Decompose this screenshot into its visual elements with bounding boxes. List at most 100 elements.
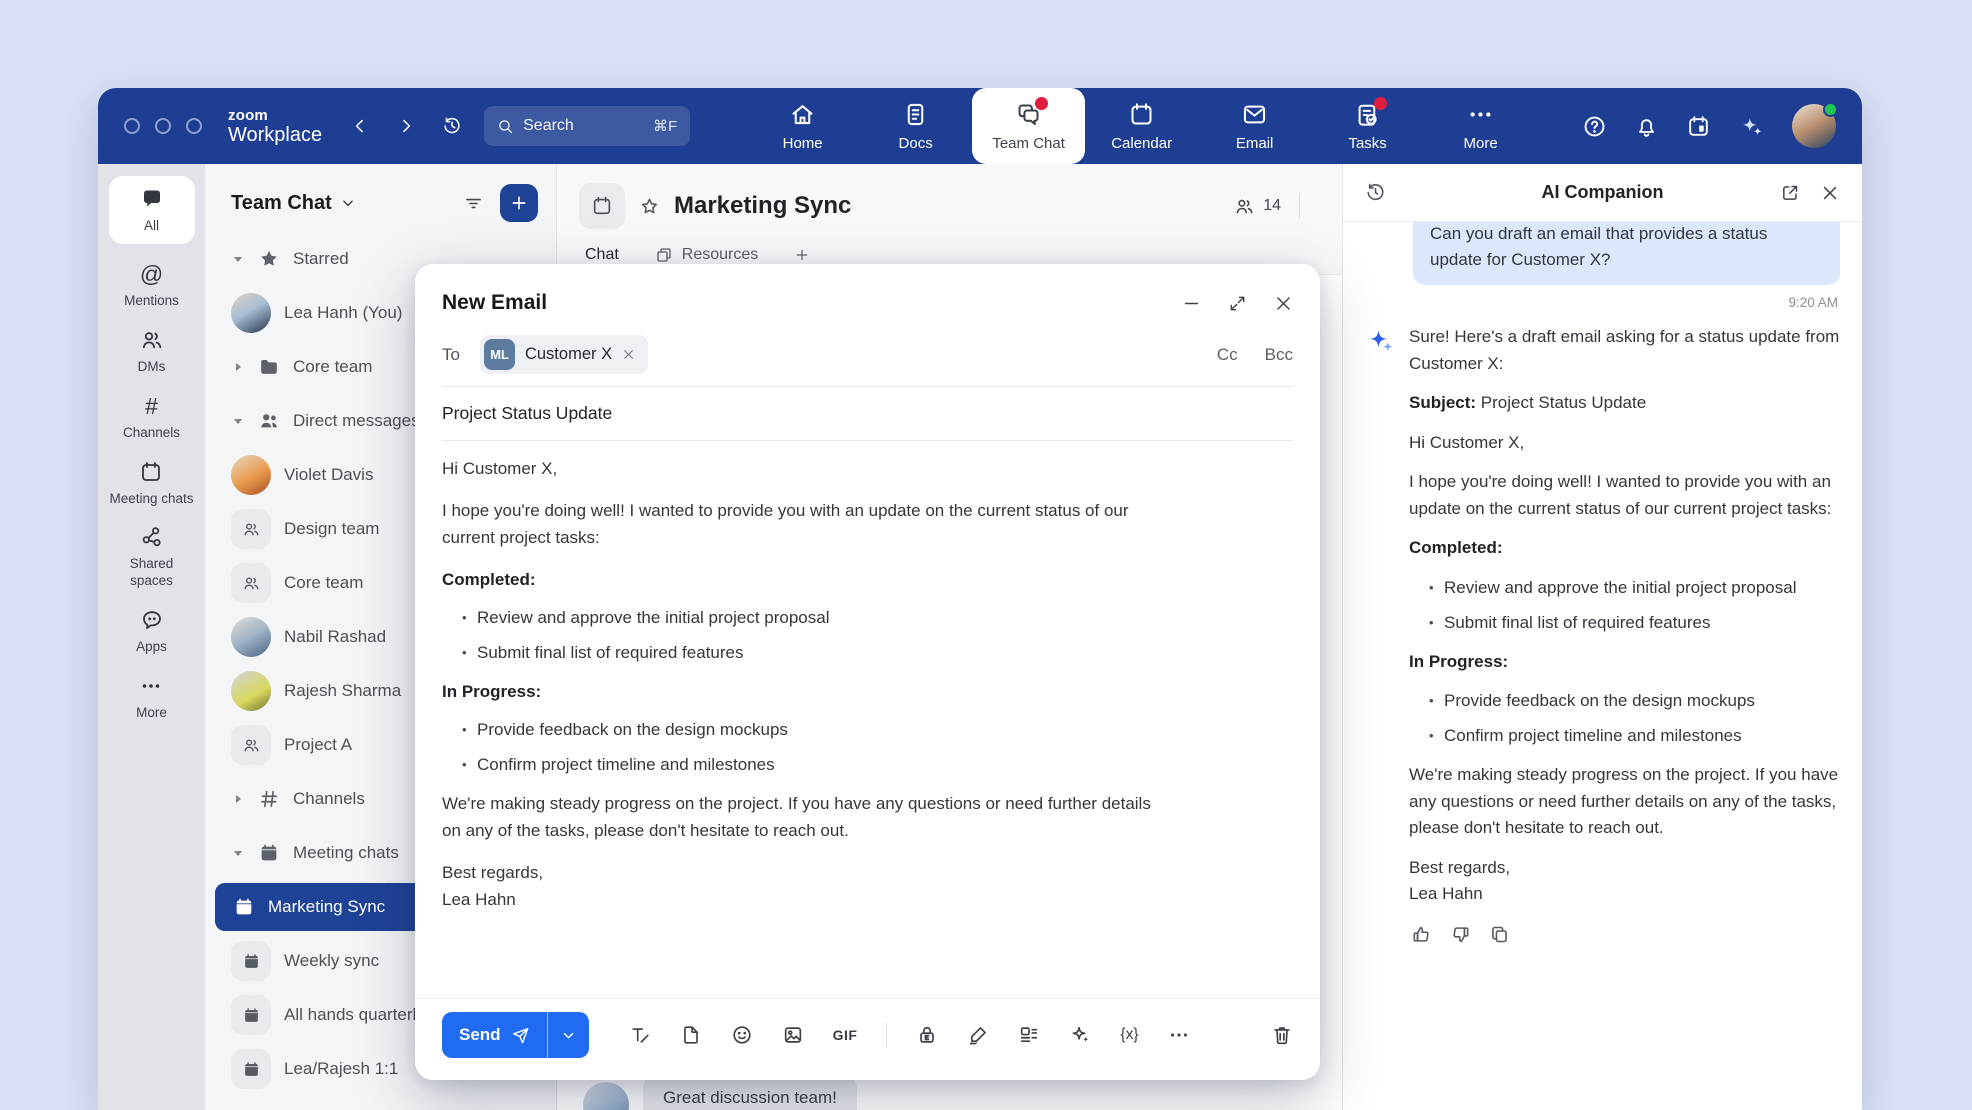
notifications-bell-icon[interactable]	[1634, 114, 1659, 139]
rail-item-more[interactable]: More	[136, 674, 167, 722]
caret-right-icon[interactable]	[231, 794, 245, 804]
nav-tab-label: Calendar	[1111, 135, 1172, 152]
variables-icon[interactable]: {x}	[1120, 1026, 1138, 1044]
ai-sparkle-icon[interactable]	[1069, 1024, 1091, 1046]
ai-companion-icon[interactable]	[1738, 113, 1765, 140]
rail-item-dms[interactable]: DMs	[138, 328, 166, 376]
chat-header-actions: 14	[1234, 194, 1318, 218]
rail-item-apps[interactable]: Apps	[136, 608, 167, 656]
home-icon	[789, 101, 816, 128]
filter-icon[interactable]	[463, 193, 484, 214]
thumbs-up-icon[interactable]	[1411, 924, 1432, 945]
thumbs-down-icon[interactable]	[1450, 924, 1471, 945]
nav-tab-tasks[interactable]: Tasks	[1311, 88, 1424, 164]
calendar-events-icon[interactable]	[1686, 114, 1711, 139]
divider	[1299, 194, 1300, 218]
member-count-value: 14	[1263, 197, 1281, 215]
add-tab-icon[interactable]	[794, 247, 810, 263]
image-icon[interactable]	[782, 1024, 804, 1046]
help-icon[interactable]	[1582, 114, 1607, 139]
channel-avatar	[579, 183, 625, 229]
sidebar-row-label: Core team	[284, 573, 363, 593]
subject-field[interactable]: Project Status Update	[415, 387, 1320, 440]
recipient-name: Customer X	[525, 345, 612, 364]
rail-item-channels[interactable]: # Channels	[123, 394, 180, 442]
recipient-row: To ML Customer X Cc Bcc	[415, 323, 1320, 386]
send-button-group: Send	[442, 1012, 589, 1058]
send-options-button[interactable]	[547, 1012, 589, 1058]
rail-item-shared-spaces[interactable]: Shared spaces	[107, 525, 197, 590]
signature-text: Lea Hahn	[1409, 884, 1483, 903]
open-in-window-icon[interactable]	[1780, 183, 1800, 203]
signature-icon[interactable]	[967, 1024, 989, 1046]
encrypt-icon[interactable]	[916, 1024, 938, 1046]
tab-chat[interactable]: Chat	[585, 246, 619, 264]
list-item: Provide feedback on the design mockups	[464, 717, 1293, 743]
minimize-icon[interactable]	[1182, 294, 1201, 313]
rail-item-mentions[interactable]: @ Mentions	[124, 262, 179, 310]
nav-tab-label: Tasks	[1348, 135, 1386, 152]
send-label: Send	[459, 1025, 501, 1045]
gif-icon[interactable]: GIF	[833, 1027, 858, 1043]
close-icon[interactable]	[1274, 294, 1293, 313]
forward-icon[interactable]	[396, 116, 416, 136]
star-outline-icon[interactable]	[639, 196, 660, 217]
members-count[interactable]: 14	[1234, 196, 1281, 217]
calendar-filled-icon	[258, 842, 280, 864]
tab-resources[interactable]: Resources	[655, 246, 758, 264]
sidebar-row-label: Design team	[284, 519, 379, 539]
sidebar-row-label: All hands quarterly	[284, 1005, 425, 1025]
formatting-tools: GIF {x}	[629, 1022, 1190, 1048]
expand-icon[interactable]	[1228, 294, 1247, 313]
signoff: Best regards,Lea Hahn	[442, 859, 1157, 913]
window-minimize-button[interactable]	[155, 118, 171, 134]
user-avatar[interactable]	[1792, 104, 1836, 148]
nav-tab-home[interactable]: Home	[746, 88, 859, 164]
emoji-icon[interactable]	[731, 1024, 753, 1046]
completed-heading: Completed:	[1409, 535, 1840, 562]
discard-draft-icon[interactable]	[1271, 1024, 1293, 1046]
subject-label: Subject:	[1409, 393, 1476, 412]
nav-tab-docs[interactable]: Docs	[859, 88, 972, 164]
nav-tab-email[interactable]: Email	[1198, 88, 1311, 164]
attach-file-icon[interactable]	[680, 1024, 702, 1046]
text-format-icon[interactable]	[629, 1024, 651, 1046]
window-close-button[interactable]	[124, 118, 140, 134]
avatar	[231, 617, 271, 657]
new-chat-button[interactable]	[500, 184, 538, 222]
caret-down-icon[interactable]	[231, 254, 245, 264]
hash-icon	[258, 788, 280, 810]
modal-header: New Email	[415, 264, 1320, 323]
sidebar-title-menu[interactable]: Team Chat	[231, 192, 355, 215]
rail-item-all[interactable]: All	[109, 176, 195, 244]
cc-button[interactable]: Cc	[1217, 345, 1238, 365]
history-icon[interactable]	[442, 116, 462, 136]
nav-tab-calendar[interactable]: Calendar	[1085, 88, 1198, 164]
caret-right-icon[interactable]	[231, 362, 245, 372]
remove-recipient-icon[interactable]	[622, 348, 635, 361]
template-icon[interactable]	[1018, 1024, 1040, 1046]
recipient-chip[interactable]: ML Customer X	[480, 335, 648, 374]
more-tools-icon[interactable]	[1168, 1024, 1190, 1046]
search-input[interactable]: Search ⌘F	[484, 106, 690, 146]
email-body-editor[interactable]: Hi Customer X, I hope you're doing well!…	[415, 441, 1320, 998]
bcc-button[interactable]: Bcc	[1265, 345, 1293, 365]
rail-item-meeting-chats[interactable]: Meeting chats	[109, 460, 193, 508]
caret-down-icon[interactable]	[231, 416, 245, 426]
nav-tab-more[interactable]: More	[1424, 88, 1537, 164]
list-item: Confirm project timeline and milestones	[464, 752, 1293, 778]
history-icon[interactable]	[1365, 182, 1386, 203]
calendar-filled-icon	[233, 896, 255, 918]
nav-tab-team-chat[interactable]: Team Chat	[972, 88, 1085, 164]
send-button[interactable]: Send	[442, 1012, 547, 1058]
more-icon	[139, 674, 163, 698]
window-zoom-button[interactable]	[186, 118, 202, 134]
close-icon[interactable]	[1820, 183, 1840, 203]
sidebar-header: Team Chat	[205, 164, 556, 232]
back-icon[interactable]	[350, 116, 370, 136]
recipient-avatar: ML	[484, 339, 515, 370]
left-rail: All @ Mentions DMs # Channels Meeting ch…	[98, 164, 205, 1110]
copy-icon[interactable]	[1489, 924, 1510, 945]
caret-down-icon[interactable]	[231, 848, 245, 858]
signoff-text: Best regards,	[442, 863, 543, 882]
